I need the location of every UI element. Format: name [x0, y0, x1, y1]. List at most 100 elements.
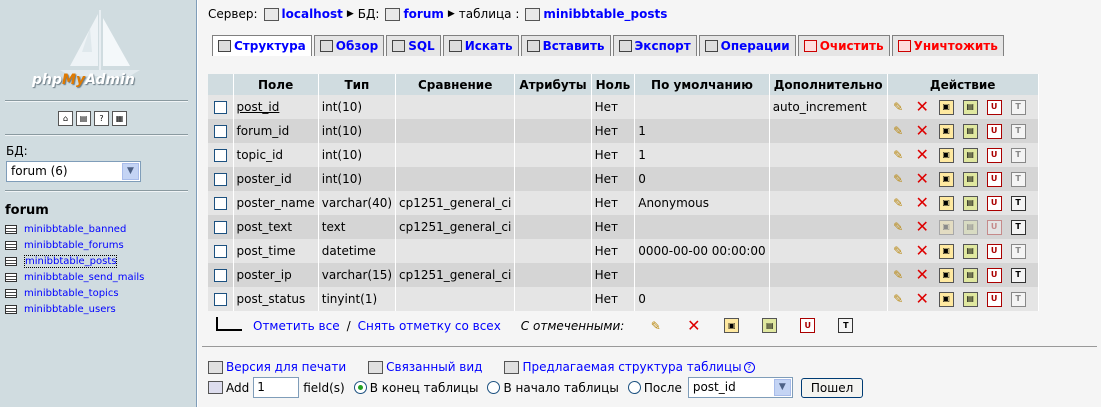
fulltext-icon[interactable]: T	[1010, 291, 1026, 307]
index-icon[interactable]: ▤	[962, 243, 978, 259]
home-icon[interactable]: ⌂	[58, 111, 73, 126]
unique-icon[interactable]: U	[986, 219, 1002, 235]
sql-docs-icon[interactable]: ▦	[112, 111, 127, 126]
fulltext-icon[interactable]: T	[1010, 195, 1026, 211]
tab-label[interactable]: Вставить	[543, 39, 605, 53]
docs-icon[interactable]: ?	[94, 111, 109, 126]
fulltext-icon[interactable]: T	[1010, 99, 1026, 115]
tab-label[interactable]: Очистить	[820, 39, 884, 53]
table-link[interactable]: minibbtable_topics	[24, 288, 119, 299]
at-start-radio[interactable]	[487, 381, 501, 394]
delete-icon[interactable]: ✕	[915, 123, 930, 139]
unique-icon[interactable]: U	[986, 195, 1002, 211]
tab-empty[interactable]: Очистить	[797, 35, 890, 56]
pencil-icon[interactable]: ✎	[891, 292, 906, 307]
unique-icon[interactable]: U	[986, 99, 1002, 115]
table-icon[interactable]	[5, 224, 17, 234]
propose-structure-link[interactable]: Предлагаемая структура таблицы	[522, 360, 741, 374]
unique-icon[interactable]: U	[800, 318, 816, 333]
field-name[interactable]: topic_id	[233, 143, 319, 167]
field-name[interactable]: post_time	[233, 239, 319, 263]
pencil-icon[interactable]: ✎	[891, 124, 906, 139]
primary-key-icon[interactable]: ▣	[938, 123, 954, 139]
row-checkbox[interactable]	[213, 125, 227, 138]
delete-icon[interactable]: ✕	[915, 147, 930, 163]
after-field-select[interactable]: post_id ▼	[687, 377, 793, 398]
tab-operations[interactable]: Операции	[698, 35, 796, 56]
fulltext-icon[interactable]: T	[1010, 243, 1026, 259]
fulltext-icon[interactable]: T	[1010, 171, 1026, 187]
primary-key-icon[interactable]: ▣	[938, 267, 954, 283]
field-name[interactable]: poster_id	[233, 167, 319, 191]
tab-label[interactable]: Обзор	[336, 39, 378, 53]
help-icon[interactable]: ?	[743, 361, 755, 373]
delete-icon[interactable]: ✕	[915, 219, 930, 235]
row-checkbox[interactable]	[213, 245, 227, 258]
pencil-icon[interactable]: ✎	[891, 244, 906, 259]
field-name[interactable]: post_status	[233, 287, 319, 311]
index-icon[interactable]: ▤	[962, 171, 978, 187]
row-checkbox[interactable]	[213, 173, 227, 186]
table-link[interactable]: minibbtable_posts	[24, 254, 118, 268]
row-checkbox[interactable]	[213, 293, 227, 306]
fulltext-icon[interactable]: T	[838, 318, 854, 333]
tab-structure[interactable]: Структура	[212, 35, 312, 56]
primary-key-icon[interactable]: ▣	[724, 318, 740, 333]
tab-label[interactable]: SQL	[408, 39, 435, 53]
unique-icon[interactable]: U	[986, 147, 1002, 163]
primary-key-icon[interactable]: ▣	[938, 195, 954, 211]
index-icon[interactable]: ▤	[962, 291, 978, 307]
field-count-input[interactable]: 1	[253, 377, 300, 398]
row-checkbox[interactable]	[213, 269, 227, 282]
index-icon[interactable]: ▤	[962, 123, 978, 139]
table-link[interactable]: minibbtable_users	[24, 304, 116, 315]
index-icon[interactable]: ▤	[962, 147, 978, 163]
print-view-link[interactable]: Версия для печати	[226, 360, 346, 374]
table-icon[interactable]	[5, 288, 17, 298]
tab-insert[interactable]: Вставить	[520, 35, 611, 56]
phpmyadmin-logo[interactable]: phpMyAdmin	[30, 8, 160, 94]
unique-icon[interactable]: U	[986, 267, 1002, 283]
uncheck-all-link[interactable]: Снять отметку со всех	[358, 319, 501, 333]
delete-icon[interactable]: ✕	[915, 99, 930, 115]
table-icon[interactable]	[5, 256, 17, 266]
table-icon[interactable]	[5, 240, 17, 250]
pencil-icon[interactable]: ✎	[648, 318, 663, 333]
primary-key-icon[interactable]: ▣	[938, 147, 954, 163]
tab-search[interactable]: Искать	[442, 35, 519, 56]
database-select[interactable]: forum (6) ▼	[6, 161, 141, 182]
field-name[interactable]: post_text	[233, 215, 319, 239]
tab-browse[interactable]: Обзор	[313, 35, 385, 56]
table-link[interactable]: minibbtable_forums	[24, 240, 124, 251]
table-crumb-link[interactable]: minibbtable_posts	[543, 7, 667, 21]
primary-key-icon[interactable]: ▣	[938, 291, 954, 307]
table-link[interactable]: minibbtable_banned	[24, 224, 126, 235]
pencil-icon[interactable]: ✎	[891, 100, 906, 115]
delete-icon[interactable]: ✕	[915, 195, 930, 211]
row-checkbox[interactable]	[213, 101, 227, 114]
primary-key-icon[interactable]: ▣	[938, 219, 954, 235]
index-icon[interactable]: ▤	[962, 267, 978, 283]
tab-sql[interactable]: SQL	[386, 35, 441, 56]
unique-icon[interactable]: U	[986, 123, 1002, 139]
delete-icon[interactable]: ✕	[915, 267, 930, 283]
row-checkbox[interactable]	[213, 149, 227, 162]
tab-drop[interactable]: Уничтожить	[891, 35, 1004, 56]
table-link[interactable]: minibbtable_send_mails	[24, 272, 144, 283]
tab-label[interactable]: Уничтожить	[914, 39, 998, 53]
chevron-down-icon[interactable]: ▼	[122, 163, 139, 180]
relation-view-link[interactable]: Связанный вид	[386, 360, 482, 374]
unique-icon[interactable]: U	[986, 243, 1002, 259]
after-radio[interactable]	[627, 381, 641, 394]
database-title[interactable]: forum	[5, 203, 49, 218]
tab-export[interactable]: Экспорт	[612, 35, 697, 56]
index-icon[interactable]: ▤	[962, 99, 978, 115]
fulltext-icon[interactable]: T	[1010, 123, 1026, 139]
fulltext-icon[interactable]: T	[1010, 267, 1026, 283]
pencil-icon[interactable]: ✎	[891, 172, 906, 187]
delete-icon[interactable]: ✕	[915, 243, 930, 259]
fulltext-icon[interactable]: T	[1010, 147, 1026, 163]
delete-icon[interactable]: ✕	[915, 291, 930, 307]
delete-icon[interactable]: ✕	[915, 171, 930, 187]
unique-icon[interactable]: U	[986, 171, 1002, 187]
